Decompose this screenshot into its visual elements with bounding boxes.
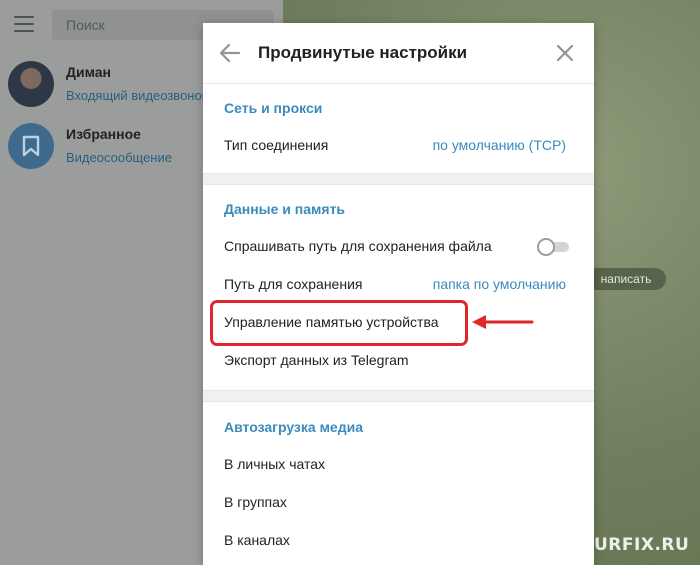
row-label: Экспорт данных из Telegram bbox=[224, 352, 409, 368]
connection-type-row[interactable]: Тип соединения по умолчанию (TCP) bbox=[203, 127, 594, 165]
ask-download-path-row[interactable]: Спрашивать путь для сохранения файла bbox=[203, 228, 594, 266]
download-path-row[interactable]: Путь для сохранения папка по умолчанию bbox=[203, 266, 594, 304]
dialog-title: Продвинутые настройки bbox=[258, 43, 468, 62]
section-divider bbox=[203, 390, 594, 402]
bookmark-icon bbox=[22, 135, 40, 157]
advanced-settings-dialog: Продвинутые настройки Сеть и прокси Тип … bbox=[203, 23, 594, 565]
row-value: по умолчанию (TCP) bbox=[432, 137, 566, 153]
hamburger-menu-icon[interactable] bbox=[14, 16, 34, 32]
toggle-knob bbox=[537, 238, 555, 256]
saved-messages-avatar bbox=[8, 123, 54, 169]
autodownload-private-row[interactable]: В личных чатах bbox=[203, 446, 594, 484]
ask-download-path-toggle[interactable] bbox=[537, 238, 569, 256]
row-value: папка по умолчанию bbox=[432, 276, 566, 292]
row-label: В личных чатах bbox=[224, 456, 326, 472]
chat-name: Диман bbox=[66, 64, 111, 80]
section-title-data-storage: Данные и память bbox=[224, 201, 346, 217]
section-divider bbox=[203, 173, 594, 185]
row-label: Спрашивать путь для сохранения файла bbox=[224, 238, 492, 254]
row-label: В каналах bbox=[224, 532, 290, 548]
row-label: В группах bbox=[224, 494, 287, 510]
autodownload-groups-row[interactable]: В группах bbox=[203, 484, 594, 522]
row-label: Путь для сохранения bbox=[224, 276, 363, 292]
export-data-row[interactable]: Экспорт данных из Telegram bbox=[203, 342, 594, 380]
back-arrow-icon[interactable] bbox=[219, 43, 241, 63]
close-icon[interactable] bbox=[556, 44, 574, 62]
autodownload-channels-row[interactable]: В каналах bbox=[203, 522, 594, 560]
chat-name: Избранное bbox=[66, 126, 141, 142]
section-title-autodownload: Автозагрузка медиа bbox=[224, 419, 363, 435]
section-title-network: Сеть и прокси bbox=[224, 100, 323, 116]
row-label: Тип соединения bbox=[224, 137, 329, 153]
red-arrow-icon bbox=[472, 315, 534, 329]
watermark-text: URFIX.RU bbox=[594, 535, 690, 555]
dialog-header: Продвинутые настройки bbox=[203, 23, 594, 84]
highlight-box bbox=[210, 300, 468, 346]
avatar bbox=[8, 61, 54, 107]
start-chat-hint: написать bbox=[586, 268, 666, 290]
